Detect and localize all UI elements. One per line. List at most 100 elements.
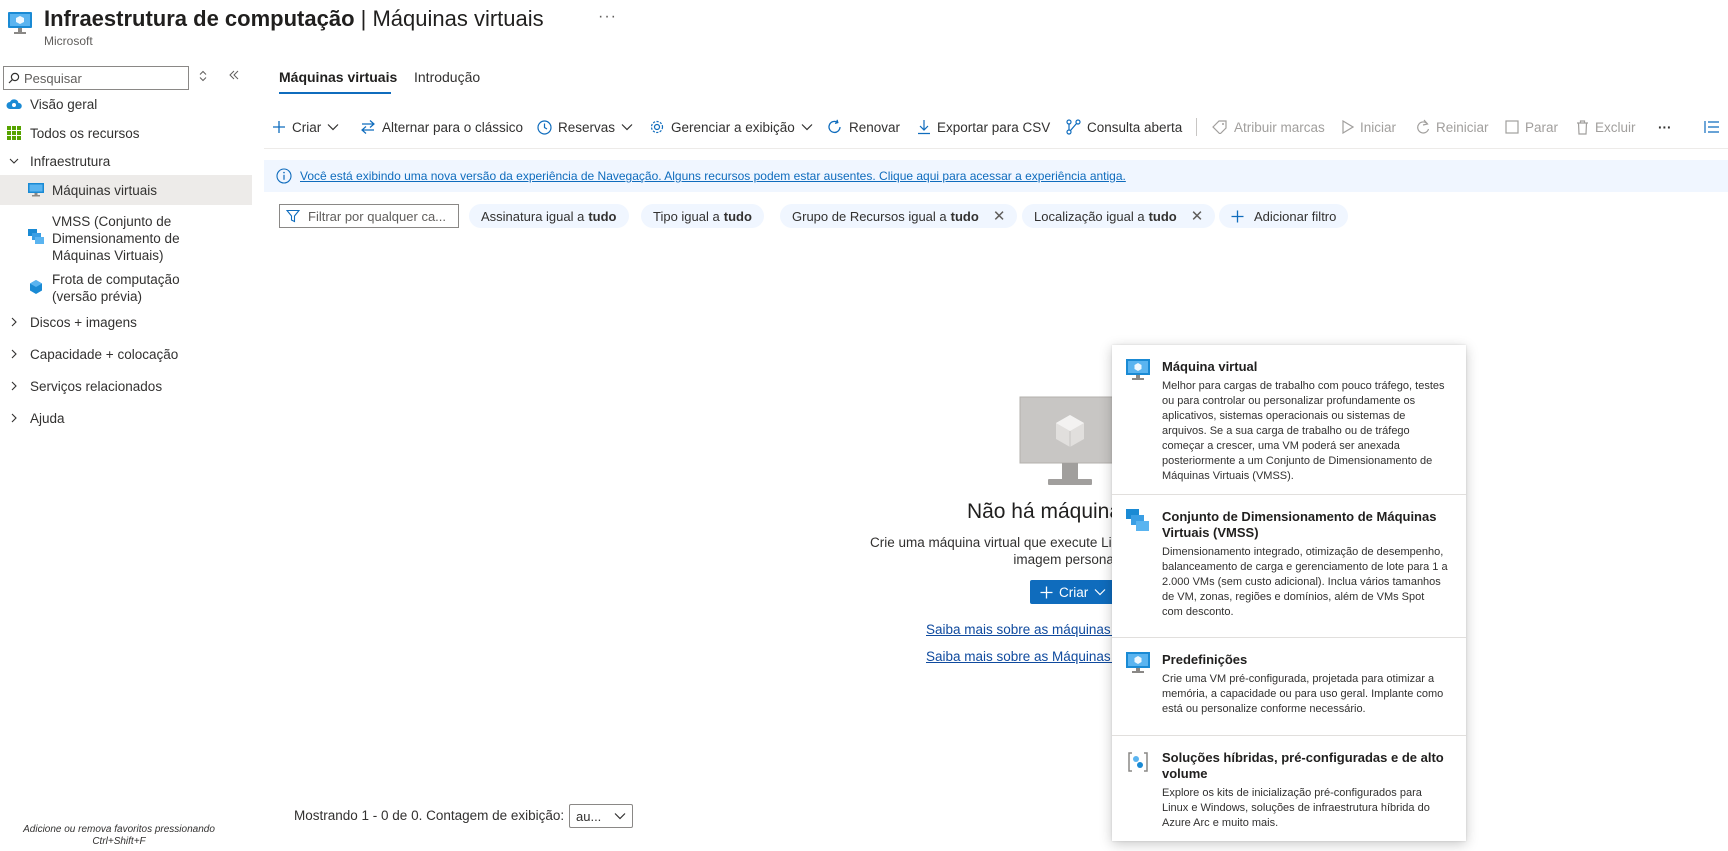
sidebar-item-virtual-machines[interactable]: Máquinas virtuais [0, 175, 252, 205]
expand-collapse-icon[interactable] [198, 70, 208, 82]
download-icon [917, 119, 931, 135]
chevron-right-icon [6, 410, 22, 426]
toolbar-more-button[interactable]: ··· [1658, 116, 1672, 138]
tag-icon [1212, 120, 1228, 134]
filter-box[interactable] [279, 204, 459, 228]
search-icon [8, 72, 20, 84]
classic-experience-link[interactable]: Você está exibindo uma nova versão da ex… [300, 169, 1126, 183]
sidebar-group-infrastructure[interactable]: Infraestrutura [0, 151, 252, 171]
switch-classic-button[interactable]: Alternar para o clássico [360, 116, 523, 138]
chevron-down-icon [6, 153, 22, 169]
chevron-right-icon [6, 314, 22, 330]
search-input[interactable] [24, 70, 174, 86]
reservations-button[interactable]: Reservas [537, 116, 633, 138]
virtual-machine-icon [6, 10, 34, 36]
learn-more-vms-link[interactable]: Saiba mais sobre as máquinas v [926, 622, 1121, 637]
toolbar-separator [264, 148, 1728, 149]
filter-icon [286, 209, 300, 223]
plus-icon [272, 120, 286, 134]
refresh-button[interactable]: Renovar [827, 116, 900, 138]
stop-button[interactable]: Parar [1505, 116, 1558, 138]
start-button[interactable]: Iniciar [1342, 116, 1396, 138]
menu-item-vmss[interactable]: Conjunto de Dimensionamento de Máquinas … [1112, 495, 1466, 638]
delete-button[interactable]: Excluir [1576, 116, 1636, 138]
manage-view-button[interactable]: Gerenciar a exibição [649, 116, 813, 138]
restart-button[interactable]: Reiniciar [1416, 116, 1489, 138]
filter-pill-type[interactable]: Tipo igual a tudo [641, 204, 764, 228]
command-bar: Criar Alternar para o clássico Reservas … [264, 116, 1728, 146]
sidebar-group-help[interactable]: Ajuda [0, 408, 252, 428]
tab-virtual-machines[interactable]: Máquinas virtuais [279, 69, 397, 85]
close-icon[interactable]: ✕ [1191, 207, 1204, 225]
filter-input[interactable] [308, 208, 448, 224]
grid-icon [6, 125, 22, 141]
more-options-button[interactable]: ··· [598, 8, 617, 26]
clock-icon [537, 119, 552, 135]
stop-icon [1505, 120, 1519, 134]
query-icon [1066, 119, 1081, 135]
virtual-machine-illustration [1018, 395, 1122, 489]
toolbar-divider [1196, 118, 1197, 136]
page-title: Infraestrutura de computação | Máquinas … [44, 6, 544, 31]
paging-summary: Mostrando 1 - 0 de 0. Contagem de exibiç… [294, 808, 565, 823]
filter-pill-location[interactable]: Localização igual a tudo ✕ [1022, 204, 1216, 228]
sidebar-group-capacity[interactable]: Capacidade + colocação [0, 344, 252, 364]
sidebar-group-disks-images[interactable]: Discos + imagens [0, 312, 252, 332]
sidebar-search[interactable] [3, 66, 189, 90]
trash-icon [1576, 119, 1589, 135]
open-query-button[interactable]: Consulta aberta [1066, 116, 1182, 138]
chevron-down-icon [621, 123, 633, 131]
sidebar-item-vmss[interactable]: VMSS (Conjunto de Dimensionamento de Máq… [0, 213, 252, 265]
switch-arrows-icon [360, 120, 376, 134]
plus-icon [1040, 586, 1053, 599]
sidebar-item-all-resources[interactable]: Todos os recursos [0, 123, 252, 143]
chevron-down-icon [801, 123, 813, 131]
plus-icon [1231, 210, 1244, 223]
display-count-select[interactable]: au... [569, 804, 633, 828]
list-icon [1704, 120, 1720, 134]
menu-item-virtual-machine[interactable]: Máquina virtual Melhor para cargas de tr… [1112, 345, 1466, 495]
info-banner: Você está exibindo uma nova versão da ex… [264, 160, 1728, 192]
list-view-button[interactable] [1704, 116, 1720, 138]
menu-item-hybrid-solutions[interactable]: Soluções híbridas, pré-configuradas e de… [1112, 736, 1466, 841]
close-icon[interactable]: ✕ [993, 207, 1006, 225]
virtual-machine-icon [1126, 652, 1150, 674]
play-icon [1342, 120, 1354, 134]
menu-item-presets[interactable]: Predefinições Crie uma VM pré-configurad… [1112, 638, 1466, 736]
tab-introduction[interactable]: Introdução [414, 69, 480, 85]
vmss-icon [1126, 509, 1150, 533]
cloud-icon [6, 96, 22, 112]
collapse-sidebar-icon[interactable] [228, 69, 240, 81]
compute-fleet-icon [28, 279, 44, 295]
add-filter-button[interactable]: Adicionar filtro [1219, 204, 1349, 228]
create-dropdown-menu: Máquina virtual Melhor para cargas de tr… [1112, 345, 1466, 841]
filter-pill-subscription[interactable]: Assinatura igual a tudo [469, 204, 629, 228]
vmss-icon [28, 229, 44, 245]
chevron-right-icon [6, 378, 22, 394]
chevron-right-icon [6, 346, 22, 362]
info-icon [276, 168, 292, 184]
assign-tags-button[interactable]: Atribuir marcas [1212, 116, 1325, 138]
chevron-down-icon [1094, 588, 1106, 596]
hybrid-solutions-icon [1126, 750, 1150, 774]
sidebar-item-compute-fleet[interactable]: Frota de computação (versão prévia) [0, 271, 252, 307]
active-tab-indicator [279, 92, 391, 94]
virtual-machine-icon [28, 182, 44, 198]
virtual-machine-icon [1126, 359, 1150, 381]
page-subtitle: Microsoft [44, 34, 93, 48]
chevron-down-icon [614, 812, 626, 820]
sidebar-group-related-services[interactable]: Serviços relacionados [0, 376, 252, 396]
filter-pill-resource-group[interactable]: Grupo de Recursos igual a tudo ✕ [780, 204, 1018, 228]
page-header: Infraestrutura de computação | Máquinas … [0, 0, 1728, 50]
gear-icon [649, 119, 665, 135]
favorites-hint: Adicione ou remova favoritos pressionand… [23, 824, 215, 847]
learn-more-vms-link-2[interactable]: Saiba mais sobre as Máquinas V [926, 649, 1123, 664]
create-button[interactable]: Criar [272, 116, 339, 138]
chevron-down-icon [327, 123, 339, 131]
refresh-icon [827, 119, 843, 135]
export-csv-button[interactable]: Exportar para CSV [917, 116, 1050, 138]
create-primary-button[interactable]: Criar [1030, 580, 1117, 604]
sidebar: Visão geral Todos os recursos Infraestru… [0, 62, 252, 851]
restart-icon [1416, 119, 1430, 135]
sidebar-item-overview[interactable]: Visão geral [0, 94, 252, 114]
